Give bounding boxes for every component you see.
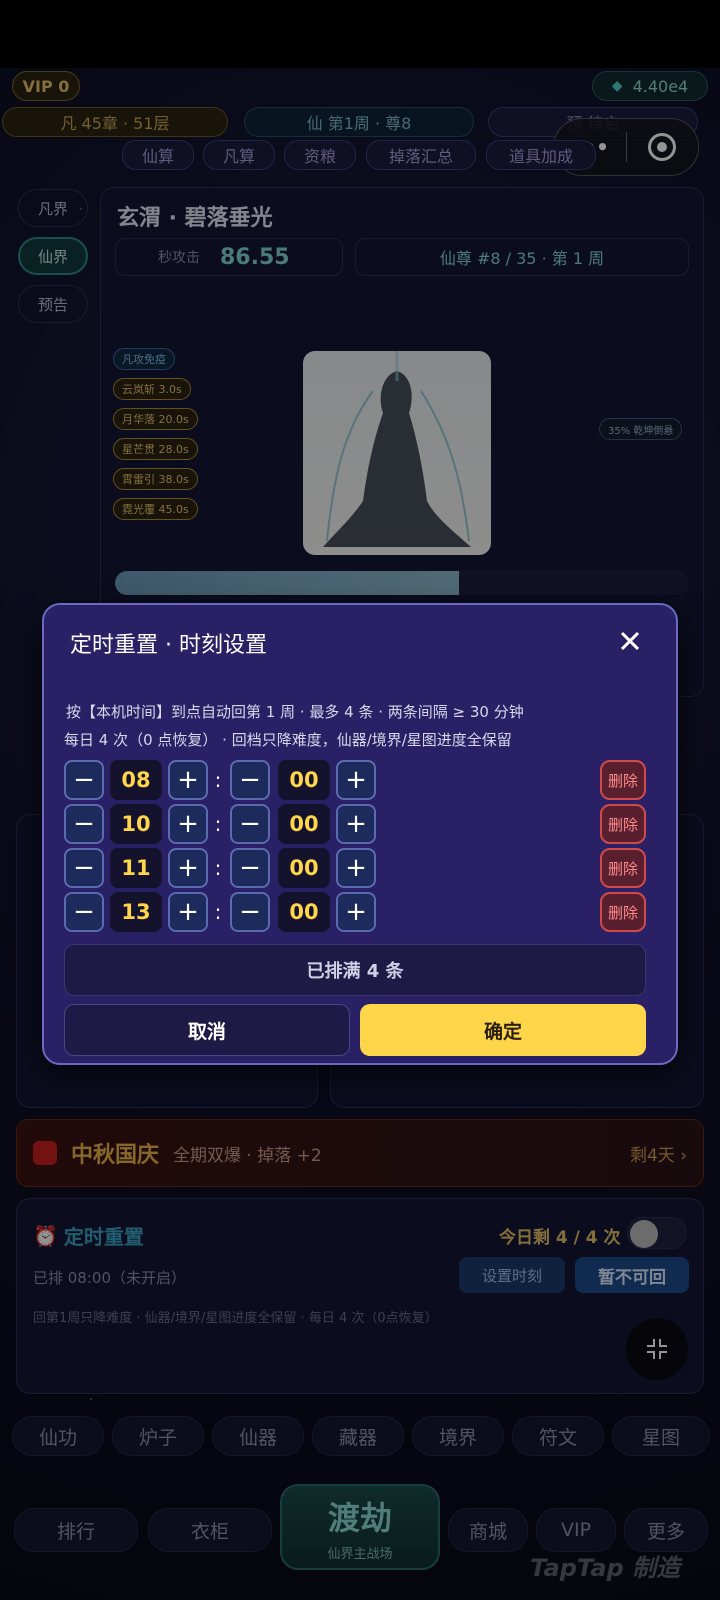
- hour-value[interactable]: 13: [110, 892, 162, 932]
- minute-minus-button[interactable]: −: [230, 804, 270, 844]
- hour-minus-button[interactable]: −: [64, 848, 104, 888]
- hour-plus-button[interactable]: +: [168, 848, 208, 888]
- confirm-button[interactable]: 确定: [360, 1004, 646, 1056]
- modal-title: 定时重置 · 时刻设置: [70, 633, 267, 658]
- hour-minus-button[interactable]: −: [64, 892, 104, 932]
- delete-button[interactable]: 删除: [600, 892, 646, 932]
- hour-minus-button[interactable]: −: [64, 804, 104, 844]
- close-icon: [620, 631, 640, 651]
- delete-button[interactable]: 删除: [600, 804, 646, 844]
- hour-value[interactable]: 11: [110, 848, 162, 888]
- time-row: − 13 + : − 00 + 删除: [44, 892, 680, 936]
- minute-value[interactable]: 00: [278, 892, 330, 932]
- minute-minus-button[interactable]: −: [230, 848, 270, 888]
- time-row: − 08 + : − 00 + 删除: [44, 760, 680, 804]
- time-row: − 10 + : − 00 + 删除: [44, 804, 680, 848]
- modal-desc-1: 按【本机时间】到点自动回第 1 周 · 最多 4 条 · 两条间隔 ≥ 30 分…: [66, 703, 524, 721]
- minute-value[interactable]: 00: [278, 848, 330, 888]
- minute-plus-button[interactable]: +: [336, 892, 376, 932]
- hour-value[interactable]: 10: [110, 804, 162, 844]
- minute-plus-button[interactable]: +: [336, 848, 376, 888]
- minute-value[interactable]: 00: [278, 760, 330, 800]
- close-button[interactable]: [610, 621, 650, 661]
- full-indicator: 已排满 4 条: [64, 944, 646, 996]
- hour-minus-button[interactable]: −: [64, 760, 104, 800]
- minute-plus-button[interactable]: +: [336, 804, 376, 844]
- hour-value[interactable]: 08: [110, 760, 162, 800]
- time-row: − 11 + : − 00 + 删除: [44, 848, 680, 892]
- cancel-button[interactable]: 取消: [64, 1004, 350, 1056]
- modal-desc-2: 每日 4 次（0 点恢复） · 回档只降难度，仙器/境界/星图进度全保留: [64, 731, 512, 749]
- schedule-modal: 定时重置 · 时刻设置 按【本机时间】到点自动回第 1 周 · 最多 4 条 ·…: [42, 603, 678, 1065]
- minute-minus-button[interactable]: −: [230, 892, 270, 932]
- hour-plus-button[interactable]: +: [168, 804, 208, 844]
- minute-plus-button[interactable]: +: [336, 760, 376, 800]
- hour-plus-button[interactable]: +: [168, 892, 208, 932]
- minute-minus-button[interactable]: −: [230, 760, 270, 800]
- minute-value[interactable]: 00: [278, 804, 330, 844]
- delete-button[interactable]: 删除: [600, 760, 646, 800]
- delete-button[interactable]: 删除: [600, 848, 646, 888]
- hour-plus-button[interactable]: +: [168, 760, 208, 800]
